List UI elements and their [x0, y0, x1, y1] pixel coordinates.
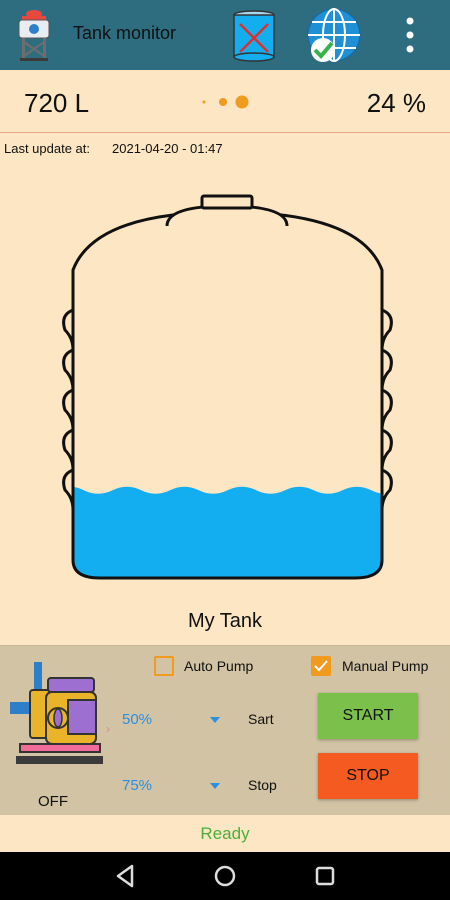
- page-dot-3: [235, 95, 249, 109]
- tank-volume: 720 L: [24, 88, 90, 118]
- chevron-right-icon: ›: [106, 722, 110, 736]
- last-update-label: Last update at:: [4, 141, 91, 156]
- last-update-value: 2021-04-20 - 01:47: [112, 141, 223, 156]
- dropdown-arrow-icon: [210, 783, 220, 789]
- pump-state: OFF: [38, 793, 68, 810]
- tank-disconnected-icon[interactable]: [228, 8, 280, 62]
- network-connected-icon[interactable]: [305, 6, 363, 64]
- manual-pump-checkbox[interactable]: [311, 656, 331, 676]
- home-icon[interactable]: [214, 865, 236, 887]
- start-level-label: Sart: [248, 711, 274, 727]
- pump-icon: [10, 662, 103, 764]
- auto-pump-label: Auto Pump: [184, 658, 254, 674]
- recent-apps-icon[interactable]: [315, 866, 335, 886]
- status-text: Ready: [200, 824, 250, 843]
- dropdown-arrow-icon: [210, 717, 220, 723]
- stop-button[interactable]: STOP: [318, 753, 418, 799]
- page-indicator: [202, 95, 249, 109]
- divider: [0, 132, 450, 133]
- more-vert-icon[interactable]: [398, 14, 422, 56]
- stop-level-label: Stop: [248, 777, 277, 793]
- auto-pump-checkbox[interactable]: [154, 656, 174, 676]
- water-level: [73, 486, 382, 578]
- page-dot-1: [202, 100, 206, 104]
- stop-level-select[interactable]: 75%: [120, 774, 230, 798]
- manual-pump-label: Manual Pump: [342, 658, 429, 674]
- page-dot-2: [219, 98, 227, 106]
- start-level-value: 50%: [122, 711, 153, 728]
- check-icon: [314, 660, 328, 672]
- app-title: Tank monitor: [73, 23, 177, 43]
- back-icon[interactable]: [114, 864, 136, 888]
- system-nav-bar: [0, 852, 450, 900]
- water-tower-icon: [18, 10, 50, 61]
- start-level-select[interactable]: 50%: [120, 708, 230, 732]
- start-button[interactable]: START: [318, 693, 418, 739]
- tank-illustration: [62, 194, 393, 580]
- app-bar: Tank monitor: [0, 0, 450, 70]
- stop-level-value: 75%: [122, 777, 153, 794]
- tank-percent: 24 %: [366, 88, 426, 118]
- tank-name: My Tank: [187, 610, 263, 632]
